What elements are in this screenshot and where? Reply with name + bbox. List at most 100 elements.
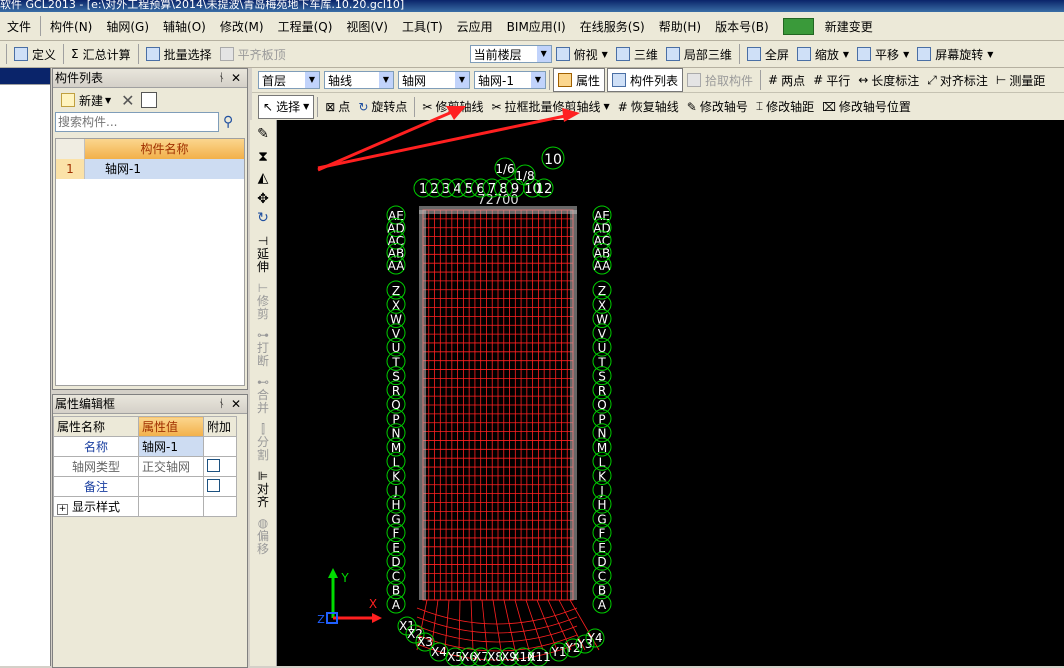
axis-label-left: A [392, 598, 401, 612]
restore-axis-button[interactable]: # 恢复轴线 [614, 96, 683, 118]
menu-bim[interactable]: BIM应用(I) [500, 18, 573, 35]
chevron-down-icon: ▼ [987, 49, 994, 59]
left-dimension-band [419, 210, 426, 600]
new-component-button[interactable]: 新建 ▼ [57, 89, 115, 111]
merge-tool[interactable]: ⊷ 合并 [250, 376, 276, 415]
select-button[interactable]: ↖ 选择 ▼ [258, 94, 315, 119]
two-points-button[interactable]: # 两点 [764, 69, 809, 91]
property-value-cell[interactable] [138, 496, 204, 517]
subtype-select[interactable]: 轴网 ▼ [398, 71, 470, 89]
modify-axis-no-button[interactable]: ✎ 修改轴号 [683, 96, 752, 118]
component-name-cell[interactable]: 轴网-1 [85, 159, 244, 179]
align-tool[interactable]: ⊫ 对齐 [250, 470, 276, 509]
length-dim-button[interactable]: ↔ 长度标注 [854, 69, 923, 91]
type-select[interactable]: 轴线 ▼ [324, 71, 394, 89]
define-button[interactable]: 定义 [10, 43, 60, 65]
rotate-point-button[interactable]: ↻ 旋转点 [354, 96, 411, 118]
property-name-cell: 名称 [53, 436, 139, 457]
flush-slab-button[interactable]: 平齐板顶 [216, 43, 290, 65]
expand-icon[interactable]: + [57, 504, 68, 515]
pin-icon[interactable]: ᚾ [218, 395, 225, 413]
box-trim-button[interactable]: ✂ 拉框批量修剪轴线 ▼ [487, 96, 613, 118]
grid-line-curved [503, 599, 516, 651]
zoom-button[interactable]: 缩放 ▼ [793, 43, 853, 65]
menu-modify[interactable]: 修改(M) [213, 18, 271, 35]
summary-button[interactable]: Σ 汇总计算 [67, 43, 135, 65]
pin-icon[interactable]: ᚾ [218, 69, 225, 87]
flip-icon[interactable]: ◭ [250, 171, 276, 185]
full-screen-button[interactable]: 全屏 [743, 43, 793, 65]
offset-tool[interactable]: ◍ 偏移 [250, 517, 276, 556]
instance-select[interactable]: 轴网-1 ▼ [474, 71, 546, 89]
property-value-cell[interactable]: 轴网-1 [138, 436, 204, 457]
length-dim-label: 长度标注 [871, 73, 920, 88]
chevron-down-icon: ▼ [303, 102, 310, 111]
axis-label-top: 12 [536, 182, 553, 197]
box-trim-label: 拉框批量修剪轴线 [504, 100, 601, 114]
menu-tools[interactable]: 工具(T) [395, 18, 450, 35]
top-view-button[interactable]: 俯视 ▼ [552, 43, 612, 65]
property-value-cell[interactable] [138, 476, 204, 497]
checkbox[interactable] [207, 478, 220, 492]
move-icon[interactable]: ✥ [250, 192, 276, 206]
menu-new-change[interactable]: 新建变更 [776, 17, 887, 35]
component-list-button[interactable]: 构件列表 [607, 68, 684, 92]
delete-icon[interactable]: ✕ [121, 91, 134, 110]
menu-view[interactable]: 视图(V) [339, 18, 395, 35]
table-row[interactable]: 名称 轴网-1 [53, 436, 237, 457]
checkbox[interactable] [207, 458, 220, 472]
search-icon[interactable]: ⚲ [223, 114, 233, 130]
rotate-icon[interactable]: ↻ [250, 211, 276, 225]
three-d-button[interactable]: 三维 [612, 43, 662, 65]
rotate-screen-button[interactable]: 屏幕旋转 ▼ [913, 43, 997, 65]
table-row[interactable]: 轴网类型 正交轴网 [53, 456, 237, 477]
menu-help[interactable]: 帮助(H) [652, 18, 708, 35]
search-input[interactable] [55, 112, 219, 132]
extend-tool[interactable]: ⊣ 延伸 [250, 235, 276, 274]
modify-axis-dist-button[interactable]: ⌶ 修改轴距 [752, 96, 818, 118]
menu-cloud[interactable]: 云应用 [450, 18, 500, 35]
menu-quantity[interactable]: 工程量(Q) [271, 18, 340, 35]
property-button[interactable]: 属性 [553, 68, 606, 92]
component-name-header[interactable]: 构件名称 [85, 139, 244, 159]
menu-axis-grid[interactable]: 轴网(G) [99, 18, 156, 35]
table-row[interactable]: 1 轴网-1 [56, 159, 244, 179]
trim-tool[interactable]: ⊢ 修剪 [250, 282, 276, 321]
align-dim-button[interactable]: ⤢ 对齐标注 [923, 69, 992, 91]
table-row[interactable]: + 显示样式 [53, 496, 237, 517]
menu-aux-axis[interactable]: 辅轴(O) [156, 18, 213, 35]
close-icon[interactable]: ✕ [231, 69, 241, 87]
chevron-down-icon: ▼ [105, 95, 112, 105]
point-button[interactable]: ⊠ 点 [321, 96, 354, 118]
property-name-cell: 备注 [53, 476, 139, 497]
property-icon [558, 73, 572, 87]
floor-select[interactable]: 首层 ▼ [258, 71, 320, 89]
trim-axis-button[interactable]: ✂ 修剪轴线 [418, 96, 487, 118]
copy-icon[interactable] [140, 92, 157, 108]
mirror-icon[interactable]: ⧗ [250, 150, 276, 164]
break-tool[interactable]: ⊶ 打断 [250, 329, 276, 368]
pan-button[interactable]: 平移 ▼ [853, 43, 913, 65]
pick-component-button[interactable]: 拾取构件 [683, 69, 757, 91]
axis-label-top-extra: 10 [544, 152, 562, 168]
modify-axis-pos-button[interactable]: ⌧ 修改轴号位置 [818, 96, 915, 118]
property-value-cell[interactable]: 正交轴网 [138, 456, 204, 477]
parallel-button[interactable]: # 平行 [809, 69, 854, 91]
batch-select-button[interactable]: 批量选择 [142, 43, 216, 65]
table-row[interactable]: 备注 [53, 476, 237, 497]
z-axis-label: Z [317, 613, 325, 626]
x-axis-arrowhead [372, 613, 382, 623]
property-extra-cell [203, 476, 237, 497]
menu-version[interactable]: 版本号(B) [708, 18, 776, 35]
split-tool[interactable]: ⫿ 分割 [250, 423, 276, 462]
close-icon[interactable]: ✕ [231, 395, 241, 413]
brush-icon[interactable]: ✎ [250, 127, 276, 141]
menu-component[interactable]: 构件(N) [43, 18, 99, 35]
current-floor-combo[interactable]: 当前楼层 ▼ [469, 45, 552, 63]
drawing-canvas[interactable]: 72700 1 2 3 4 5 6 7 8 9 10 12 10 1/6 1/8 AE AE AD AD AC AC AB… [277, 120, 1064, 666]
local-3d-button[interactable]: 局部三维 [662, 43, 736, 65]
measure-button[interactable]: ⊢ 测量距 [992, 69, 1049, 91]
menu-online[interactable]: 在线服务(S) [573, 18, 652, 35]
cad-drawing[interactable]: 727001 2 3 4 5 6 7 8 9 1012101/6 1/8AE AEAD ADAC ACAB… [277, 120, 1064, 666]
menu-file[interactable]: 文件 [0, 18, 38, 35]
